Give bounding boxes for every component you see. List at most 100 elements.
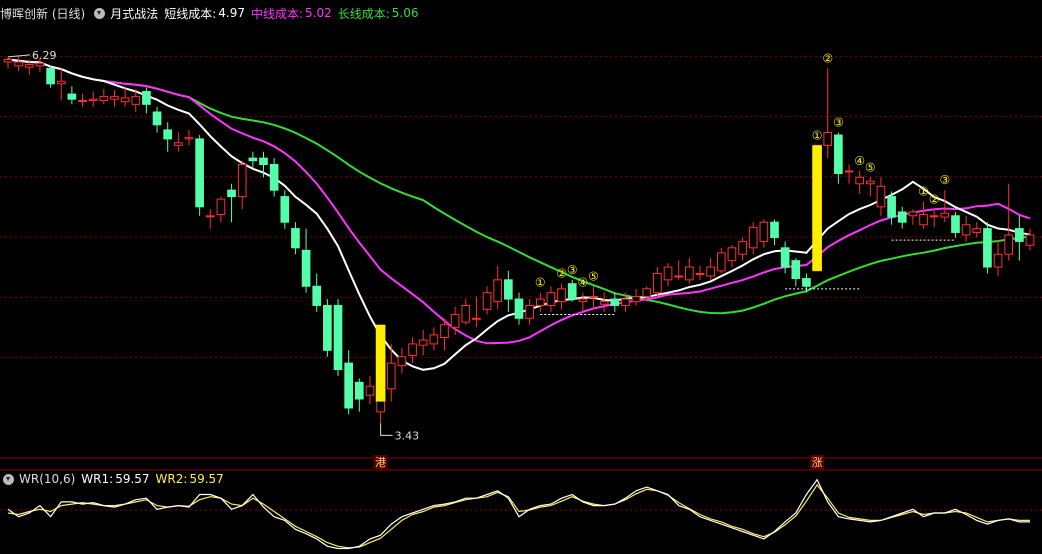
candle-body xyxy=(908,211,918,217)
candle-body xyxy=(695,272,705,275)
sub-legend: WR(10,6) WR1: 59.57 WR2: 59.57 xyxy=(0,470,230,488)
mid-cost-value: 5.02 xyxy=(305,6,332,20)
candle-body xyxy=(88,98,98,101)
candle-body xyxy=(653,272,662,294)
candle-body xyxy=(823,132,833,146)
candle-body xyxy=(408,343,417,356)
candle-body xyxy=(312,285,322,306)
candle-body xyxy=(1025,234,1035,246)
low-pointer xyxy=(380,423,393,436)
candle-body xyxy=(738,240,747,255)
candle-body xyxy=(24,64,34,68)
candle-body xyxy=(269,164,279,191)
signal-overlays: ①② ③④ ⑤①②③④ ⑤①②③港 涨6.293.43 xyxy=(7,49,956,469)
dropdown-icon[interactable] xyxy=(94,7,106,19)
indicator-name[interactable]: 月式战法 xyxy=(110,5,158,22)
candle-body xyxy=(386,362,396,390)
candle-body xyxy=(589,296,598,298)
candle-body xyxy=(557,288,566,303)
dropdown-icon[interactable] xyxy=(3,473,14,485)
candle-body xyxy=(78,99,87,102)
candle-body xyxy=(961,224,971,236)
wr2-label: WR2: xyxy=(155,472,188,486)
candle-body xyxy=(983,228,992,268)
candle-body xyxy=(46,67,55,85)
candle-body xyxy=(525,304,534,319)
candle-body xyxy=(951,215,960,233)
candle-body xyxy=(929,215,939,218)
candle-body xyxy=(770,221,779,239)
candle-body xyxy=(67,93,77,100)
signal-marker: ② xyxy=(556,267,567,281)
signal-marker: ③ xyxy=(939,173,950,187)
candle-body xyxy=(429,334,439,345)
short-cost-label: 短线成本: xyxy=(164,6,217,21)
candle-body xyxy=(919,214,928,226)
candle-body xyxy=(131,96,141,105)
wr1-line xyxy=(7,478,1030,550)
candle-body xyxy=(716,252,726,272)
candle-body xyxy=(1004,234,1014,255)
candle-body xyxy=(865,180,875,185)
signal-bar xyxy=(812,145,822,271)
candle-body xyxy=(514,298,524,319)
candle-body xyxy=(184,137,194,140)
candle-body xyxy=(227,189,236,198)
candle-body xyxy=(599,301,609,305)
candle-body xyxy=(14,61,23,67)
signal-marker: ① xyxy=(535,276,546,290)
candle-body xyxy=(1015,228,1024,242)
candle-body xyxy=(993,253,1003,268)
stock-title[interactable]: 博晖创新 (日线) xyxy=(0,5,85,22)
candle-body xyxy=(887,196,896,218)
candle-body xyxy=(3,58,13,63)
candle-body xyxy=(152,111,162,126)
candle-body xyxy=(578,298,588,303)
signal-marker: ④ xyxy=(854,154,865,168)
candle-body xyxy=(35,62,45,67)
candle-body xyxy=(56,80,66,85)
candle-body xyxy=(461,304,471,323)
candle-body xyxy=(142,91,151,105)
candle-body xyxy=(291,228,300,249)
signal-marker: ⑤ xyxy=(588,269,599,283)
wr1-value: 59.57 xyxy=(115,472,150,486)
signal-marker: ④ xyxy=(577,276,588,290)
candle-body xyxy=(685,266,694,281)
candle-body xyxy=(333,304,343,371)
candle-body xyxy=(834,134,843,174)
signal-marker: ① xyxy=(812,128,823,142)
candle-body xyxy=(621,298,630,306)
candle-body xyxy=(748,226,758,249)
candle-body xyxy=(504,279,513,300)
candle-body xyxy=(535,298,545,306)
candle-body xyxy=(610,298,620,306)
candle-body xyxy=(323,304,332,351)
candle-body xyxy=(482,292,492,310)
candle-body xyxy=(248,157,258,162)
candle-body xyxy=(940,212,950,218)
candle-body xyxy=(663,266,673,281)
candle-body xyxy=(450,313,460,328)
mid-cost-label: 中线成本: xyxy=(250,6,304,21)
candle-body xyxy=(440,324,449,338)
candle-body xyxy=(780,247,790,268)
high-price-label: 6.29 xyxy=(32,49,57,62)
candle-body xyxy=(759,221,769,242)
wr2-value: 59.57 xyxy=(189,472,224,486)
wr-indicator-name[interactable]: WR(10,6) xyxy=(19,472,75,486)
event-flag-label: 涨 xyxy=(812,456,823,469)
candle-body xyxy=(99,96,109,101)
signal-marker: ② xyxy=(929,192,940,206)
candle-body xyxy=(280,196,290,223)
candle-body xyxy=(301,249,311,287)
candle-body xyxy=(706,266,715,277)
wr1-label: WR1: xyxy=(81,472,114,486)
wr-subpanel xyxy=(7,478,1030,550)
candle-body xyxy=(642,288,652,297)
signal-marker: ① xyxy=(918,185,929,199)
candle-body xyxy=(472,317,481,320)
candle-body xyxy=(354,381,364,400)
candle-body xyxy=(174,142,183,146)
candle-body xyxy=(546,292,556,306)
